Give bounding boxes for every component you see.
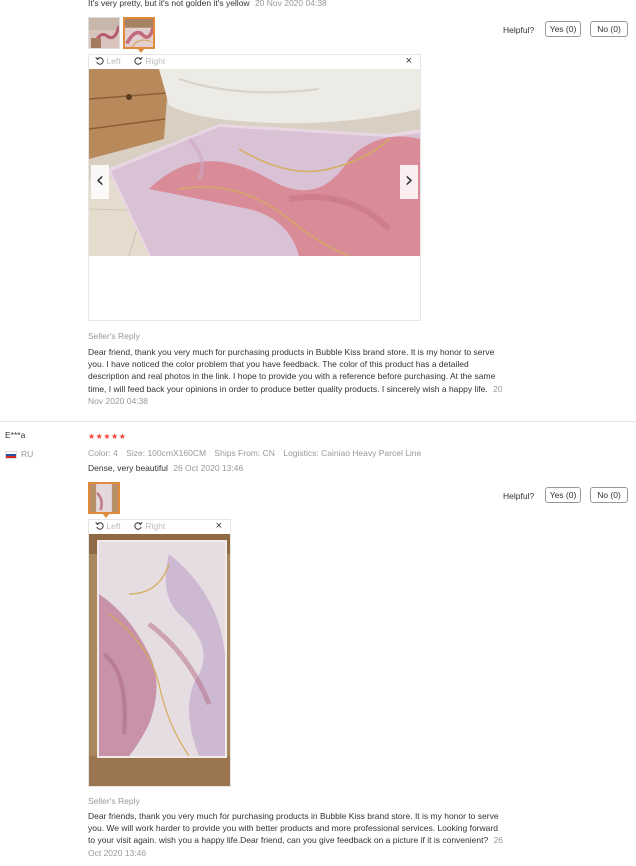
rotate-right-button[interactable]: Right xyxy=(134,56,165,66)
review-body: Dense, very beautiful xyxy=(88,463,168,473)
next-photo-button[interactable]: › xyxy=(400,165,418,199)
viewer-toolbar: Left Right × xyxy=(89,520,230,534)
helpful-no-button[interactable]: No (0) xyxy=(590,21,628,37)
rotate-left-icon xyxy=(95,57,104,65)
rotate-left-button[interactable]: Left xyxy=(95,56,121,66)
close-icon[interactable]: × xyxy=(406,55,412,67)
previous-photo-button[interactable]: ‹ xyxy=(91,165,109,199)
photo-viewer: Left Right × xyxy=(88,519,231,787)
helpful-no-button[interactable]: No (0) xyxy=(590,487,628,503)
seller-reply-title: Seller's Reply xyxy=(88,331,140,341)
review-date: 26 Oct 2020 13:46 xyxy=(173,463,244,473)
color-value: 4 xyxy=(113,448,118,458)
rotate-right-label: Right xyxy=(145,56,166,66)
seller-reply-date: Oct 2020 13:46 xyxy=(88,847,147,858)
seller-reply-text: Dear friends, thank you very much for pu… xyxy=(88,810,548,859)
review-divider xyxy=(0,421,636,422)
active-thumb-indicator xyxy=(137,48,145,53)
rotate-left-button[interactable]: Left xyxy=(95,521,121,531)
rotate-right-label: Right xyxy=(145,521,166,531)
rotate-left-icon xyxy=(95,522,104,530)
reviewer-country: RU xyxy=(21,449,34,459)
viewer-toolbar: Left Right × xyxy=(89,55,420,69)
color-label: Color: xyxy=(88,448,111,458)
review-photo-thumb-1[interactable] xyxy=(88,17,120,49)
seller-reply-line: Dear friend, thank you very much for pur… xyxy=(88,347,495,357)
seller-reply-line: description and real photos in the link.… xyxy=(88,371,496,382)
seller-reply-line: to your visit again. wish you a happy li… xyxy=(88,835,504,846)
rating-stars: ★★★★★ xyxy=(88,432,127,441)
ships-from-label: Ships From: xyxy=(214,448,261,458)
seller-reply-line: you. We will work harder to provide you … xyxy=(88,823,498,834)
review-photo-large xyxy=(89,69,420,256)
review-text: It's very pretty, but it's not golden it… xyxy=(88,0,327,8)
review-photo-thumb-1[interactable] xyxy=(88,482,120,518)
helpful-yes-button[interactable]: Yes (0) xyxy=(545,487,581,503)
active-thumb-indicator xyxy=(102,513,110,518)
order-attributes: Color: 4 Size: 100cmX160CM Ships From: C… xyxy=(88,448,421,458)
seller-reply-date: 20 xyxy=(493,383,503,394)
review-photo-thumb-2[interactable] xyxy=(123,17,155,53)
review-photo-large xyxy=(89,534,230,786)
helpful-label: Helpful? xyxy=(503,491,535,501)
rotate-left-label: Left xyxy=(106,56,121,66)
size-value: 100cmX160CM xyxy=(147,448,207,458)
reviewer-name: E***a xyxy=(5,430,26,440)
seller-reply-date: Nov 2020 04:38 xyxy=(88,395,149,406)
seller-reply-text: Dear friend, thank you very much for pur… xyxy=(88,346,548,407)
close-icon[interactable]: × xyxy=(216,520,222,532)
seller-reply-line: time, I will feed back your opinions in … xyxy=(88,383,503,394)
review-text: Dense, very beautiful 26 Oct 2020 13:46 xyxy=(88,463,243,473)
photo-viewer: Left Right × xyxy=(88,54,421,321)
rotate-right-button[interactable]: Right xyxy=(134,521,165,531)
logistics-label: Logistics: xyxy=(283,448,319,458)
seller-reply-date: 26 xyxy=(493,835,504,846)
seller-reply-line: you. I have noticed the color problem th… xyxy=(88,359,469,370)
review-date: 20 Nov 2020 04:38 xyxy=(254,0,327,8)
helpful-yes-button[interactable]: Yes (0) xyxy=(545,21,581,37)
helpful-label: Helpful? xyxy=(503,25,535,35)
size-label: Size: xyxy=(126,448,146,458)
rotate-right-icon xyxy=(134,522,143,530)
seller-reply-title: Seller's Reply xyxy=(88,796,140,806)
rotate-right-icon xyxy=(134,57,143,65)
rotate-left-label: Left xyxy=(106,521,121,531)
flag-ru-icon xyxy=(5,451,17,459)
ships-from-value: CN xyxy=(262,448,275,458)
seller-reply-line: Dear friends, thank you very much for pu… xyxy=(88,811,499,821)
review-body: It's very pretty, but it's not golden it… xyxy=(88,0,250,8)
logistics-value: Cainiao Heavy Parcel Line xyxy=(321,448,422,458)
